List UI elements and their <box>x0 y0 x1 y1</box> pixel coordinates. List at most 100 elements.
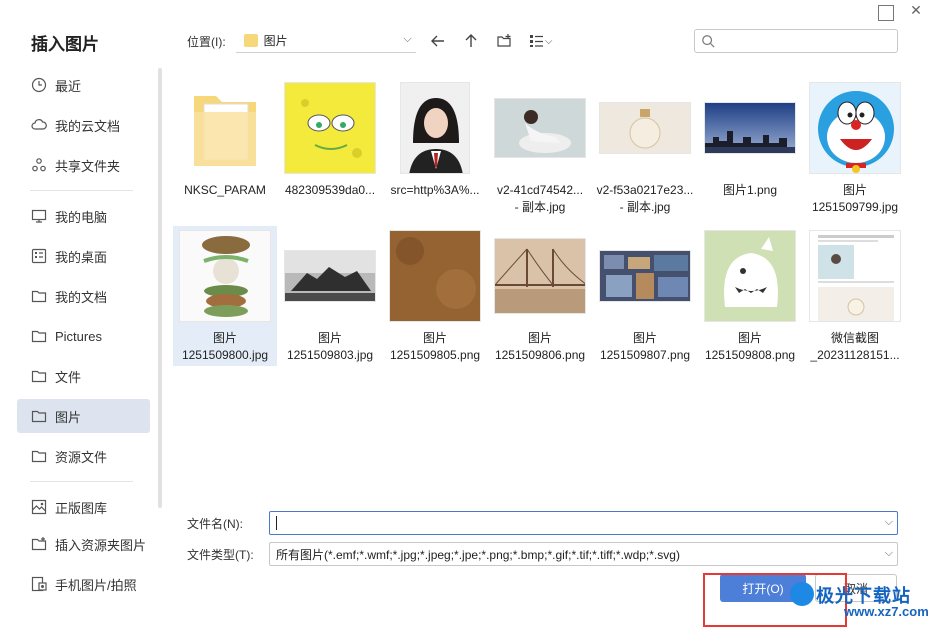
filetype-select[interactable]: 所有图片(*.emf;*.wmf;*.jpg;*.jpeg;*.jpe;*.pn… <box>269 542 898 566</box>
image-thumbnail <box>494 98 586 158</box>
image-file-item[interactable]: 图片 1251509800.jpg <box>173 226 277 366</box>
chevron-down-icon: ⌵ <box>544 35 553 47</box>
image-thumbnail <box>809 230 901 322</box>
filename-input[interactable]: ⌵ <box>269 511 898 535</box>
file-name-line: 482309539da0... <box>284 183 376 197</box>
chevron-down-icon: ⌵ <box>884 547 893 559</box>
phone-image-icon <box>31 576 47 592</box>
thumbnail-area <box>593 226 697 326</box>
location-value: 图片 <box>263 34 288 48</box>
thumbnail-area <box>698 78 802 178</box>
back-button[interactable] <box>427 30 449 52</box>
sidebar-item-label: 我的桌面 <box>55 249 108 265</box>
file-grid: NKSC_PARAM 482309539da0... src=http%3A%...… <box>173 78 913 498</box>
image-file-item[interactable]: 图片1.png <box>698 78 802 218</box>
image-file-item[interactable]: v2-41cd74542... - 副本.jpg <box>488 78 592 218</box>
image-library-icon <box>31 499 47 515</box>
file-name-line: 1251509800.jpg <box>181 348 269 362</box>
image-file-item[interactable]: v2-f53a0217e23... - 副本.jpg <box>593 78 697 218</box>
sidebar-item-5[interactable]: 我的文档 <box>17 279 150 313</box>
sidebar-item-6[interactable]: Pictures <box>17 319 150 353</box>
new-folder-button[interactable] <box>493 30 515 52</box>
image-file-item[interactable]: 图片 1251509808.png <box>698 226 802 366</box>
file-name-label: 图片 1251509805.png <box>383 330 487 364</box>
file-name-line: 1251509806.png <box>494 348 586 362</box>
sidebar-item-label: 资源文件 <box>55 449 108 465</box>
file-name-label: v2-41cd74542... - 副本.jpg <box>488 182 592 216</box>
image-file-item[interactable]: 图片 1251509803.jpg <box>278 226 382 366</box>
image-file-item[interactable]: 图片 1251509807.png <box>593 226 697 366</box>
file-name-line: 图片 <box>527 331 552 345</box>
location-dropdown[interactable]: 图片 ⌵ <box>235 29 416 53</box>
file-name-line: 1251509805.png <box>389 348 481 362</box>
filename-row: 文件名(N): ⌵ <box>187 511 898 535</box>
thumbnail-area <box>173 78 277 178</box>
sidebar-item-0[interactable]: 最近 <box>17 68 150 102</box>
desktop-icon <box>31 248 47 264</box>
view-mode-button[interactable]: ⌵ <box>526 30 556 52</box>
file-name-label: 图片1.png <box>698 182 802 199</box>
watermark: 极光下载站 www.xz7.com <box>790 582 930 622</box>
sidebar-item-label: 共享文件夹 <box>55 158 121 174</box>
image-file-item[interactable]: 图片 1251509806.png <box>488 226 592 366</box>
sidebar-item-label: 我的电脑 <box>55 209 108 225</box>
file-name-label: 图片 1251509800.jpg <box>173 330 277 364</box>
image-thumbnail <box>400 82 470 174</box>
sidebar-item-label: 插入资源夹图片 <box>55 537 147 553</box>
image-file-item[interactable]: 图片 1251509805.png <box>383 226 487 366</box>
sidebar-item-8[interactable]: 图片 <box>17 399 150 433</box>
filetype-value: 所有图片(*.emf;*.wmf;*.jpg;*.jpeg;*.jpe;*.pn… <box>276 547 680 562</box>
folder-icon <box>31 408 47 424</box>
image-file-item[interactable]: src=http%3A%... <box>383 78 487 218</box>
filetype-row: 文件类型(T): 所有图片(*.emf;*.wmf;*.jpg;*.jpeg;*… <box>187 542 898 566</box>
thumbnail-area <box>488 78 592 178</box>
sidebar-item-10[interactable]: 正版图库 <box>17 490 150 524</box>
file-name-label: 图片 1251509806.png <box>488 330 592 364</box>
maximize-icon[interactable] <box>878 2 894 21</box>
thumbnail-area <box>383 226 487 326</box>
image-thumbnail <box>599 250 691 302</box>
sidebar-item-1[interactable]: 我的云文档 <box>17 108 150 142</box>
sidebar-item-3[interactable]: 我的电脑 <box>17 199 150 233</box>
search-input[interactable] <box>694 29 898 53</box>
file-name-line: 1251509799.jpg <box>811 200 899 214</box>
sidebar-item-label: 我的云文档 <box>55 118 121 134</box>
image-file-item[interactable]: 图片 1251509799.jpg <box>803 78 907 218</box>
thumbnail-area <box>698 226 802 326</box>
sidebar-item-2[interactable]: 共享文件夹 <box>17 148 150 182</box>
sidebar-item-12[interactable]: 手机图片/拍照 <box>17 567 150 601</box>
image-file-item[interactable]: 微信截图 _20231128151... <box>803 226 907 366</box>
file-name-label: 482309539da0... <box>278 182 382 199</box>
chevron-down-icon[interactable]: ⌵ <box>885 516 893 529</box>
location-label: 位置(I): <box>187 34 226 49</box>
close-icon[interactable]: ✕ <box>908 2 924 18</box>
list-view-icon <box>529 35 543 47</box>
thumbnail-area <box>593 78 697 178</box>
folder-icon <box>31 288 47 304</box>
sidebar-item-label: 最近 <box>55 78 82 94</box>
up-button[interactable] <box>460 30 482 52</box>
thumbnail-area <box>803 226 907 326</box>
sidebar-scrollbar[interactable] <box>158 68 162 508</box>
chevron-down-icon: ⌵ <box>403 33 412 45</box>
image-file-item[interactable]: 482309539da0... <box>278 78 382 218</box>
sidebar-item-7[interactable]: 文件 <box>17 359 150 393</box>
file-name-label: v2-f53a0217e23... - 副本.jpg <box>593 182 697 216</box>
folder-icon <box>243 34 258 47</box>
file-name-label: 微信截图 _20231128151... <box>803 330 907 364</box>
thumbnail-area <box>173 226 277 326</box>
arrow-left-icon <box>430 35 444 47</box>
folder-item[interactable]: NKSC_PARAM <box>173 78 277 218</box>
file-name-line: v2-f53a0217e23... <box>596 183 694 197</box>
sidebar-item-11[interactable]: 插入资源夹图片 <box>17 527 150 561</box>
file-name-label: 图片 1251509803.jpg <box>278 330 382 364</box>
folder-icon <box>31 368 47 384</box>
image-thumbnail <box>704 230 796 322</box>
sidebar-item-label: 正版图库 <box>55 500 108 516</box>
sidebar-item-label: 我的文档 <box>55 289 108 305</box>
file-name-label: src=http%3A%... <box>383 182 487 199</box>
sidebar-item-9[interactable]: 资源文件 <box>17 439 150 473</box>
sidebar-item-4[interactable]: 我的桌面 <box>17 239 150 273</box>
file-name-line: src=http%3A%... <box>390 183 480 197</box>
folder-icon <box>31 328 47 344</box>
